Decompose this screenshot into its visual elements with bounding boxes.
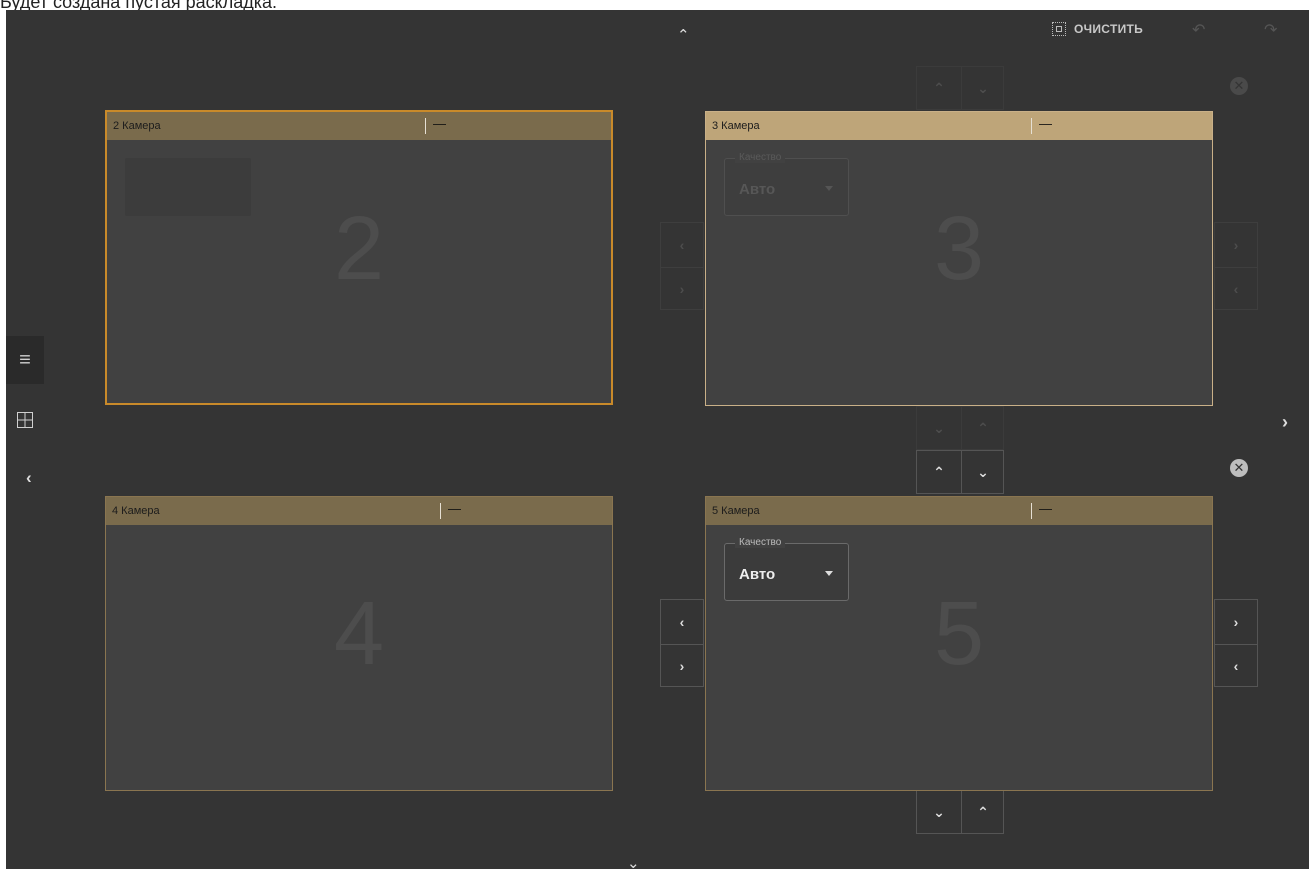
camera-tile-4[interactable]: 4 Камера — 4 xyxy=(105,496,613,791)
cam3-resize-bottom[interactable]: ⌄ ⌃ xyxy=(916,406,1004,450)
minimize-button[interactable]: — xyxy=(1039,116,1052,131)
dropdown-caret-icon xyxy=(825,571,833,576)
expand-left-button[interactable]: ‹ xyxy=(661,223,703,268)
shrink-right-button[interactable]: › xyxy=(661,267,703,311)
cam5-resize-left[interactable]: ‹ › xyxy=(660,599,704,687)
shrink-left-button[interactable]: ‹ xyxy=(1215,267,1257,311)
cam5-close-button[interactable]: ✕ xyxy=(1230,459,1248,477)
camera-header[interactable]: 5 Камера — xyxy=(706,497,1212,525)
dropdown-caret-icon xyxy=(825,186,833,191)
redo-icon[interactable]: ↷ xyxy=(1264,20,1277,40)
shrink-left-button[interactable]: ‹ xyxy=(1215,644,1257,688)
camera-title: 2 Камера xyxy=(113,120,161,132)
expand-down-button[interactable]: ⌄ xyxy=(917,791,962,833)
header-divider xyxy=(440,503,441,519)
camera-header[interactable]: 3 Камера — xyxy=(706,112,1212,140)
header-divider xyxy=(425,118,426,134)
clear-layout-button[interactable]: ОЧИСТИТЬ xyxy=(1052,22,1143,36)
camera-number: 3 xyxy=(933,199,985,299)
camera-title: 3 Камера xyxy=(712,120,760,132)
camera-number: 2 xyxy=(333,199,385,299)
cam3-resize-right[interactable]: › ‹ xyxy=(1214,222,1258,310)
cam5-resize-right[interactable]: › ‹ xyxy=(1214,599,1258,687)
grid-icon xyxy=(17,412,33,428)
shrink-up-button[interactable]: ⌃ xyxy=(961,791,1005,833)
scroll-down-button[interactable]: ⌄ xyxy=(627,854,640,869)
cam3-close-button[interactable]: ✕ xyxy=(1230,77,1248,95)
shrink-right-button[interactable]: › xyxy=(661,644,703,688)
camera-tile-2[interactable]: 2 Камера — 2 xyxy=(105,110,613,405)
camera-number: 5 xyxy=(933,584,985,684)
camera-title: 4 Камера xyxy=(112,505,160,517)
header-divider xyxy=(1031,118,1032,134)
camera-number: 4 xyxy=(333,584,385,684)
quality-value: Авто xyxy=(739,181,776,198)
shrink-up-button[interactable]: ⌃ xyxy=(961,407,1005,449)
collapse-sidebar-button[interactable]: ‹ xyxy=(26,468,32,488)
camera-tile-5[interactable]: 5 Камера — Качество Авто 5 xyxy=(705,496,1213,791)
camera-title: 5 Камера xyxy=(712,505,760,517)
select-clear-icon xyxy=(1052,22,1066,36)
scroll-up-button[interactable]: ⌃ xyxy=(677,26,690,44)
minimize-button[interactable]: — xyxy=(1039,501,1052,516)
layout-toolbar: ⌃ ОЧИСТИТЬ ↶ ↷ xyxy=(6,10,1309,50)
left-sidebar: ≡ xyxy=(6,336,44,456)
shrink-down-button[interactable]: ⌄ xyxy=(961,451,1005,493)
quality-label: Качество xyxy=(735,152,786,163)
expand-down-button[interactable]: ⌄ xyxy=(917,407,962,449)
shrink-down-button[interactable]: ⌄ xyxy=(961,67,1005,109)
camera-header[interactable]: 2 Камера — xyxy=(107,112,611,140)
cam5-resize-bottom[interactable]: ⌄ ⌃ xyxy=(916,790,1004,834)
expand-up-button[interactable]: ⌃ xyxy=(917,67,962,109)
expand-right-button[interactable]: › xyxy=(1215,600,1257,645)
expand-left-button[interactable]: ‹ xyxy=(661,600,703,645)
menu-icon[interactable]: ≡ xyxy=(6,336,44,384)
camera-tile-3[interactable]: 3 Камера — Качество Авто 3 xyxy=(705,111,1213,406)
undo-icon[interactable]: ↶ xyxy=(1192,20,1205,40)
expand-up-button[interactable]: ⌃ xyxy=(917,451,962,493)
scroll-right-button[interactable]: › xyxy=(1282,412,1288,433)
minimize-button[interactable]: — xyxy=(448,501,461,516)
minimize-button[interactable]: — xyxy=(433,116,446,131)
quality-value: Авто xyxy=(739,566,776,583)
clear-label: ОЧИСТИТЬ xyxy=(1074,22,1144,36)
quality-label: Качество xyxy=(735,537,786,548)
camera-header[interactable]: 4 Камера — xyxy=(106,497,612,525)
cam3-resize-top[interactable]: ⌃ ⌄ xyxy=(916,66,1004,110)
layout-grid-button[interactable] xyxy=(6,396,44,444)
cam3-resize-left[interactable]: ‹ › xyxy=(660,222,704,310)
cam5-resize-top[interactable]: ⌃ ⌄ xyxy=(916,450,1004,494)
header-divider xyxy=(1031,503,1032,519)
expand-right-button[interactable]: › xyxy=(1215,223,1257,268)
layout-editor: ⌃ ОЧИСТИТЬ ↶ ↷ ≡ ‹ › ⌄ ⌃ ⌄ ✕ ‹ › › ‹ ⌄ ⌃… xyxy=(6,10,1309,869)
